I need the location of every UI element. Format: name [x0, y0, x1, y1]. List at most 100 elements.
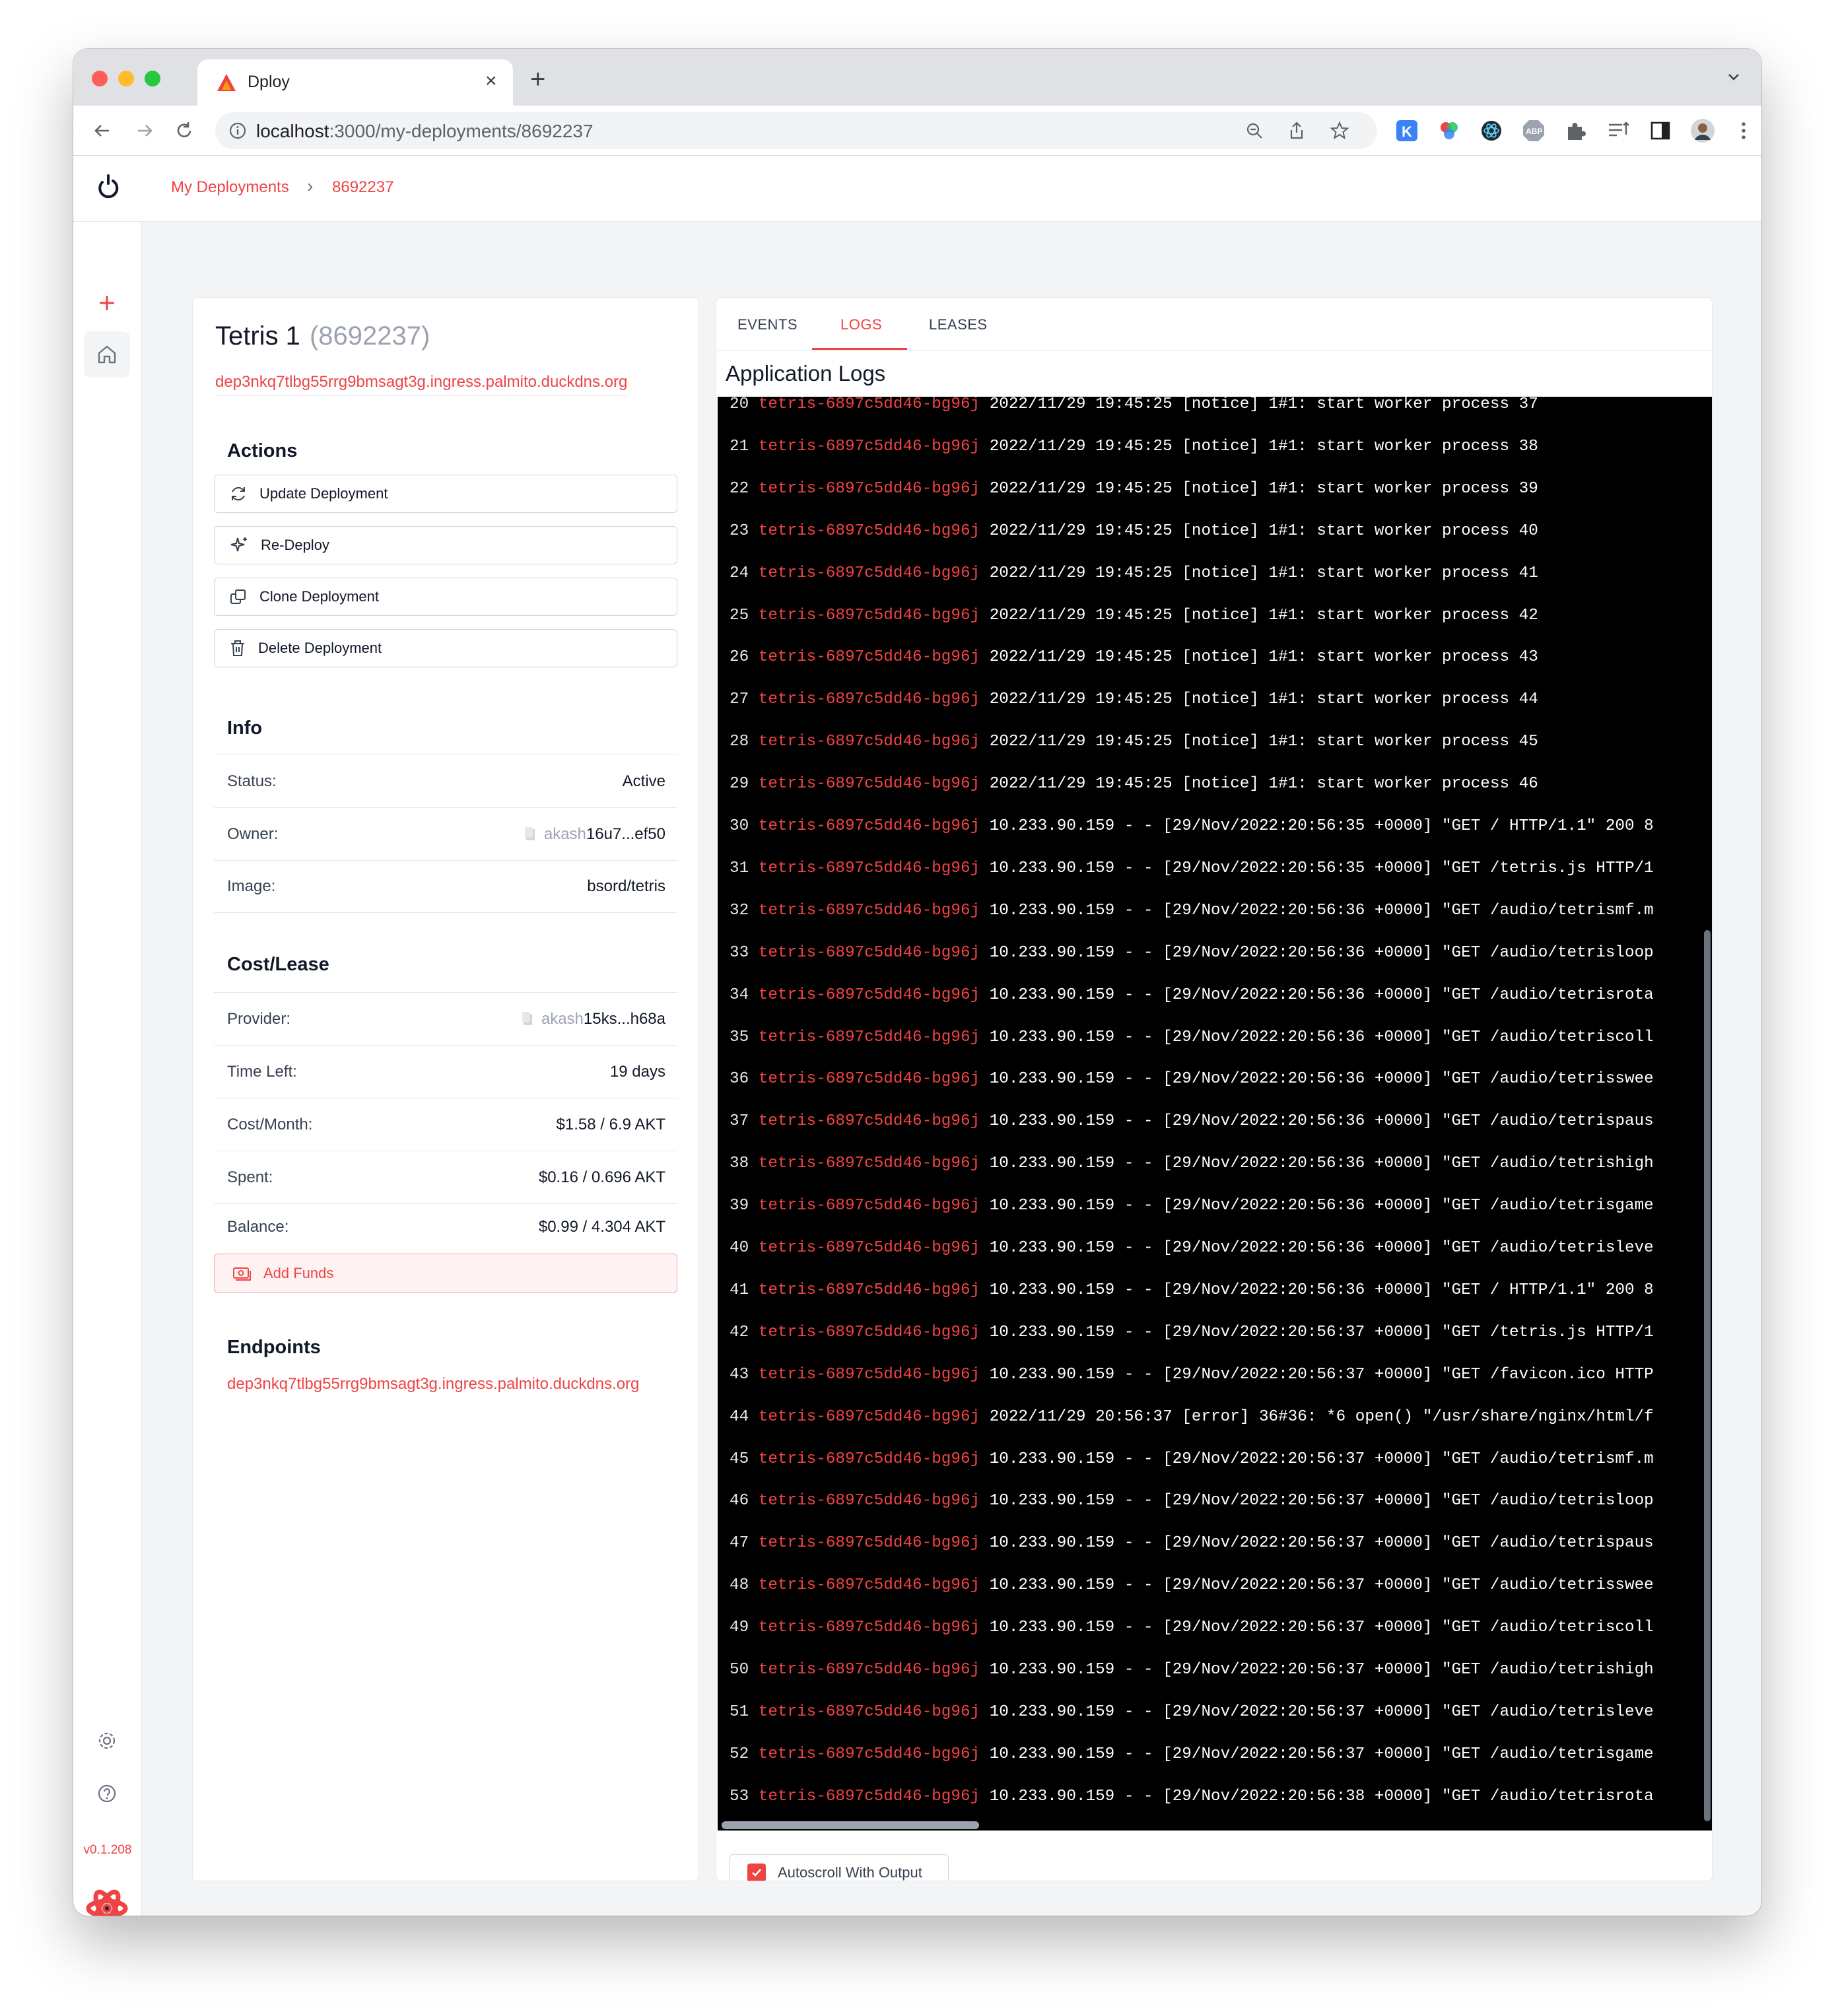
checkmark-icon: [752, 1869, 761, 1877]
autoscroll-checkbox[interactable]: [747, 1864, 766, 1881]
extension-react-devtools-icon[interactable]: [1478, 118, 1505, 144]
new-tab-icon[interactable]: +: [530, 65, 545, 94]
log-line: 50 tetris-6897c5dd46-bg96j 10.233.90.159…: [730, 1661, 1654, 1679]
log-pod-name: tetris-6897c5dd46-bg96j: [758, 1323, 980, 1341]
sidebar: v0.1.208: [73, 222, 142, 1916]
clone-deployment-button[interactable]: Clone Deployment: [214, 578, 677, 616]
log-message: 2022/11/29 19:45:25 [notice] 1#1: start …: [980, 397, 1538, 413]
site-info-icon[interactable]: [228, 121, 247, 143]
deployment-uri-link[interactable]: dep3nkq7tlbg55rrg9bmsagt3g.ingress.palmi…: [215, 373, 628, 396]
close-window-button[interactable]: [92, 71, 108, 86]
info-heading: Info: [227, 718, 263, 739]
autoscroll-toggle[interactable]: Autoscroll With Output: [730, 1854, 949, 1881]
back-arrow-icon[interactable]: [92, 120, 113, 145]
dploy-logo-icon[interactable]: [93, 173, 123, 207]
tab-logs[interactable]: LOGS: [840, 316, 882, 333]
log-message: 10.233.90.159 - - [29/Nov/2022:20:56:36 …: [980, 1112, 1654, 1131]
create-deployment-button[interactable]: [84, 280, 130, 326]
log-vertical-scrollbar[interactable]: [1704, 930, 1711, 1821]
log-pod-name: tetris-6897c5dd46-bg96j: [758, 1155, 980, 1173]
dploy-app: My Deployments › 8692237 v0.1.208 Tetris…: [73, 156, 1761, 1916]
forward-arrow-icon[interactable]: [134, 120, 155, 145]
endpoints-heading: Endpoints: [227, 1337, 321, 1358]
log-pod-name: tetris-6897c5dd46-bg96j: [758, 1534, 980, 1553]
info-row-image: Image: bsord/tetris: [214, 860, 677, 913]
log-message: 10.233.90.159 - - [29/Nov/2022:20:56:37 …: [980, 1492, 1654, 1510]
endpoint-link[interactable]: dep3nkq7tlbg55rrg9bmsagt3g.ingress.palmi…: [227, 1375, 639, 1394]
log-line: 52 tetris-6897c5dd46-bg96j 10.233.90.159…: [730, 1745, 1654, 1763]
settings-button[interactable]: [84, 1718, 130, 1764]
bookmark-star-icon[interactable]: [1330, 121, 1349, 144]
log-line-number: 29: [730, 775, 759, 793]
log-line: 26 tetris-6897c5dd46-bg96j 2022/11/29 19…: [730, 648, 1538, 666]
zoom-icon[interactable]: [1245, 121, 1264, 143]
cost-lease-heading: Cost/Lease: [227, 954, 329, 975]
browser-tab-strip: Dploy × +: [73, 49, 1761, 106]
log-message: 10.233.90.159 - - [29/Nov/2022:20:56:37 …: [980, 1661, 1654, 1679]
browser-tab-dploy[interactable]: Dploy ×: [197, 59, 513, 106]
log-line: 42 tetris-6897c5dd46-bg96j 10.233.90.159…: [730, 1324, 1654, 1341]
log-message: 10.233.90.159 - - [29/Nov/2022:20:56:37 …: [980, 1619, 1654, 1637]
reload-icon[interactable]: [174, 120, 195, 145]
akash-network-logo[interactable]: [84, 1885, 130, 1916]
extension-k-icon[interactable]: K: [1394, 118, 1420, 144]
add-funds-button[interactable]: Add Funds: [214, 1254, 677, 1293]
log-message: 10.233.90.159 - - [29/Nov/2022:20:56:37 …: [980, 1365, 1654, 1384]
log-pod-name: tetris-6897c5dd46-bg96j: [758, 479, 980, 498]
tab-leases[interactable]: LEASES: [929, 316, 988, 333]
extension-color-icon[interactable]: [1436, 118, 1462, 144]
home-icon: [98, 345, 116, 364]
browser-menu-icon[interactable]: [1730, 118, 1757, 144]
extensions-puzzle-icon[interactable]: [1563, 118, 1589, 144]
log-line: 29 tetris-6897c5dd46-bg96j 2022/11/29 19…: [730, 775, 1538, 793]
tab-search-chevron-icon[interactable]: [1726, 69, 1742, 88]
update-deployment-button[interactable]: Update Deployment: [214, 475, 677, 513]
log-viewer[interactable]: 53 tetris-6897c5dd46-bg96j 10.233.90.159…: [718, 397, 1712, 1831]
svg-text:ABP: ABP: [1526, 127, 1542, 136]
app-version: v0.1.208: [83, 1843, 132, 1857]
breadcrumb-my-deployments[interactable]: My Deployments: [171, 178, 289, 197]
log-message: 10.233.90.159 - - [29/Nov/2022:20:56:37 …: [980, 1450, 1654, 1468]
address-bar[interactable]: localhost:3000/my-deployments/8692237: [215, 112, 1377, 149]
log-message: 2022/11/29 19:45:25 [notice] 1#1: start …: [980, 606, 1538, 624]
atom-logo-icon: [86, 1889, 128, 1916]
reading-list-icon[interactable]: [1605, 118, 1631, 144]
log-pod-name: tetris-6897c5dd46-bg96j: [758, 1112, 980, 1131]
log-message: 10.233.90.159 - - [29/Nov/2022:20:56:36 …: [980, 1028, 1654, 1046]
sidebar-item-home[interactable]: [84, 331, 130, 378]
owner-address[interactable]: akash 16u7...ef50: [524, 825, 665, 844]
log-message: 10.233.90.159 - - [29/Nov/2022:20:56:37 …: [980, 1323, 1654, 1341]
log-line: 33 tetris-6897c5dd46-bg96j 10.233.90.159…: [730, 944, 1654, 962]
profile-avatar[interactable]: [1689, 118, 1716, 144]
delete-deployment-button[interactable]: Delete Deployment: [214, 629, 677, 667]
log-message: 2022/11/29 19:45:25 [notice] 1#1: start …: [980, 733, 1538, 751]
log-pod-name: tetris-6897c5dd46-bg96j: [758, 1745, 980, 1763]
log-horizontal-scrollbar[interactable]: [722, 1821, 979, 1829]
url-text[interactable]: localhost:3000/my-deployments/8692237: [256, 121, 594, 142]
log-message: 10.233.90.159 - - [29/Nov/2022:20:56:37 …: [980, 1745, 1654, 1763]
cost-month-label: Cost/Month:: [227, 1115, 313, 1133]
share-icon[interactable]: [1287, 121, 1306, 144]
info-row-status: Status: Active: [214, 755, 677, 807]
log-pod-name: tetris-6897c5dd46-bg96j: [758, 901, 980, 920]
side-panel-icon[interactable]: [1647, 118, 1674, 144]
log-line-number: 21: [730, 437, 759, 455]
owner-prefix: akash: [543, 824, 586, 843]
help-button[interactable]: [84, 1770, 130, 1817]
log-line-number: 44: [730, 1407, 759, 1426]
maximize-window-button[interactable]: [145, 71, 160, 86]
deployment-detail-card: Tetris 1 (8692237) dep3nkq7tlbg55rrg9bmsa…: [192, 297, 699, 1881]
log-pod-name: tetris-6897c5dd46-bg96j: [758, 1492, 980, 1510]
log-line-number: 36: [730, 1070, 759, 1089]
log-line: 30 tetris-6897c5dd46-bg96j 10.233.90.159…: [730, 817, 1654, 835]
redeploy-button[interactable]: Re-Deploy: [214, 526, 677, 564]
minimize-window-button[interactable]: [118, 71, 134, 86]
log-line-number: 35: [730, 1028, 759, 1046]
provider-address[interactable]: akash 15ks...h68a: [522, 1010, 665, 1028]
tab-close-icon[interactable]: ×: [485, 70, 497, 92]
extension-abp-icon[interactable]: ABP: [1520, 118, 1547, 144]
application-logs-title: Application Logs: [726, 361, 886, 386]
tab-events[interactable]: EVENTS: [737, 316, 798, 333]
image-label: Image:: [227, 877, 276, 895]
log-line-number: 30: [730, 817, 759, 835]
